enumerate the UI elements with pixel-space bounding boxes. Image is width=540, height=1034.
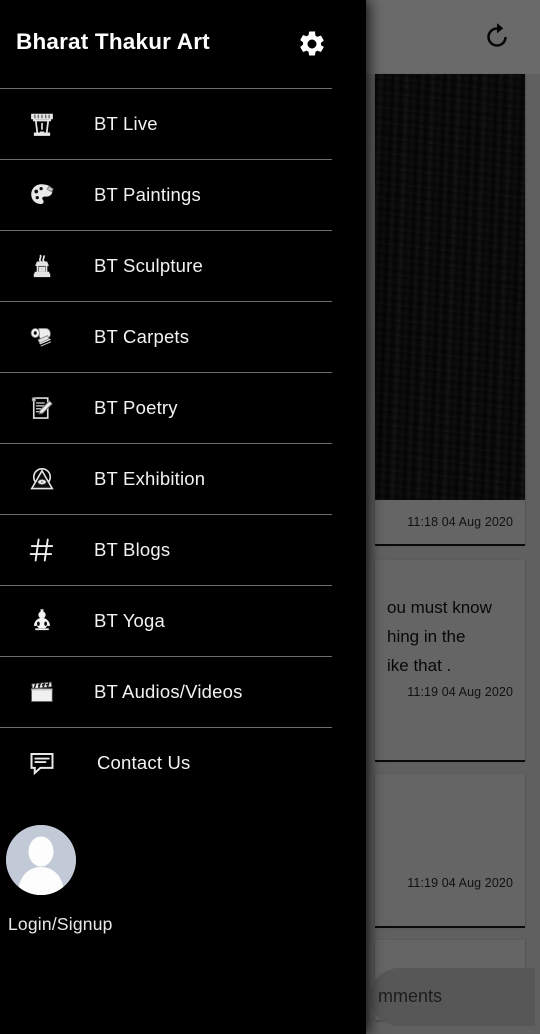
- hash-icon: [20, 528, 64, 572]
- menu-item-bt-paintings[interactable]: BT Paintings: [0, 159, 366, 230]
- gear-icon[interactable]: [292, 24, 332, 64]
- menu-item-label: BT Blogs: [94, 538, 171, 560]
- menu-item-bt-sculpture[interactable]: BT Sculpture: [0, 230, 366, 301]
- app-screen: 11:18 04 Aug 2020 ou must know hing in t…: [0, 0, 540, 1034]
- meditation-figure-icon: [20, 599, 64, 643]
- menu-item-label: BT Live: [94, 112, 158, 134]
- menu-divider: [0, 514, 332, 515]
- menu-item-bt-audios-videos[interactable]: BT Audios/Videos: [0, 656, 366, 727]
- menu-item-label: Contact Us: [97, 751, 191, 773]
- menu-item-bt-yoga[interactable]: BT Yoga: [0, 585, 366, 656]
- scroll-pen-icon: [20, 386, 64, 430]
- menu-divider: [0, 372, 332, 373]
- eye-pyramid-icon: [20, 457, 64, 501]
- menu-divider: [0, 230, 332, 231]
- menu-divider: [0, 656, 332, 657]
- app-title: Bharat Thakur Art: [16, 29, 210, 54]
- menu-divider: [0, 727, 332, 728]
- menu-item-bt-exhibition[interactable]: BT Exhibition: [0, 443, 366, 514]
- stage-podium-icon: [20, 102, 64, 146]
- menu-item-contact-us[interactable]: Contact Us: [0, 727, 366, 798]
- menu-item-label: BT Sculpture: [94, 254, 204, 276]
- clapperboard-icon: [20, 670, 64, 714]
- drawer-menu: BT Live BT Paintings BT Sculpture BT Car…: [0, 88, 366, 798]
- menu-divider: [0, 88, 332, 89]
- menu-divider: [0, 585, 332, 586]
- drawer-header: Bharat Thakur Art: [0, 0, 366, 88]
- menu-divider: [0, 443, 332, 444]
- account-section[interactable]: Login/Signup: [0, 818, 366, 938]
- menu-item-label: BT Exhibition: [94, 467, 206, 489]
- menu-item-bt-poetry[interactable]: BT Poetry: [0, 372, 366, 443]
- menu-item-label: BT Yoga: [94, 609, 166, 631]
- carpet-roll-icon: [20, 315, 64, 359]
- menu-divider: [0, 159, 332, 160]
- chat-bubble-icon: [20, 741, 64, 785]
- user-avatar-icon[interactable]: [6, 825, 76, 895]
- navigation-drawer: Bharat Thakur Art BT Live BT Paintings B…: [0, 0, 366, 1034]
- menu-item-bt-carpets[interactable]: BT Carpets: [0, 301, 366, 372]
- menu-item-bt-live[interactable]: BT Live: [0, 88, 366, 159]
- menu-item-label: BT Paintings: [94, 183, 201, 205]
- menu-item-label: BT Carpets: [94, 325, 190, 347]
- menu-item-label: BT Audios/Videos: [94, 680, 243, 702]
- paint-palette-icon: [20, 173, 64, 217]
- menu-item-bt-blogs[interactable]: BT Blogs: [0, 514, 366, 585]
- menu-item-label: BT Poetry: [94, 396, 178, 418]
- login-signup-label: Login/Signup: [8, 914, 113, 934]
- sculpture-icon: [20, 244, 64, 288]
- menu-divider: [0, 301, 332, 302]
